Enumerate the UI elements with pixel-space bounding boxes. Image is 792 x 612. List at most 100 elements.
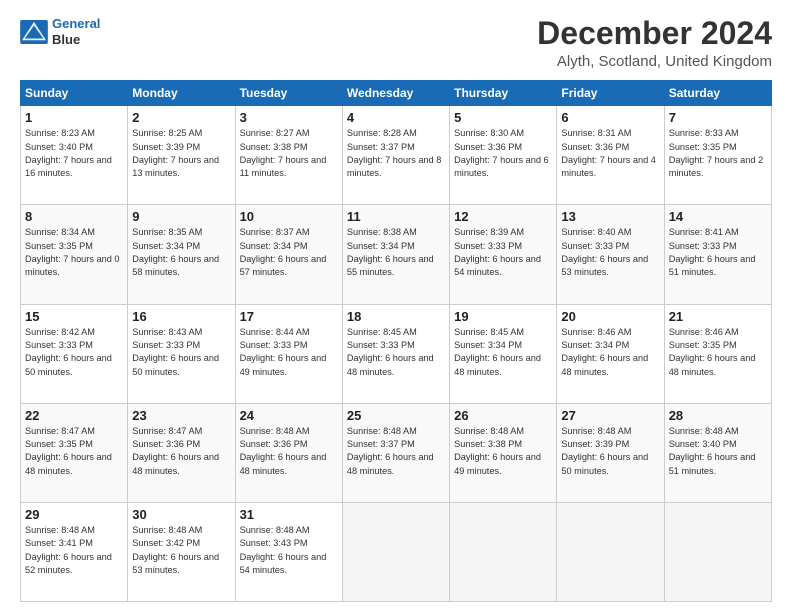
- day-info: Sunrise: 8:48 AMSunset: 3:43 PMDaylight:…: [240, 524, 338, 577]
- day-number: 22: [25, 408, 123, 423]
- calendar-cell: 5 Sunrise: 8:30 AMSunset: 3:36 PMDayligh…: [450, 106, 557, 205]
- calendar-cell: 24 Sunrise: 8:48 AMSunset: 3:36 PMDaylig…: [235, 403, 342, 502]
- day-number: 31: [240, 507, 338, 522]
- day-number: 19: [454, 309, 552, 324]
- day-info: Sunrise: 8:41 AMSunset: 3:33 PMDaylight:…: [669, 226, 767, 279]
- calendar-cell: 16 Sunrise: 8:43 AMSunset: 3:33 PMDaylig…: [128, 304, 235, 403]
- calendar-cell: [557, 502, 664, 601]
- day-number: 28: [669, 408, 767, 423]
- weekday-header-row: SundayMondayTuesdayWednesdayThursdayFrid…: [21, 81, 772, 106]
- day-info: Sunrise: 8:48 AMSunset: 3:39 PMDaylight:…: [561, 425, 659, 478]
- day-info: Sunrise: 8:33 AMSunset: 3:35 PMDaylight:…: [669, 127, 767, 180]
- day-number: 29: [25, 507, 123, 522]
- weekday-header-saturday: Saturday: [664, 81, 771, 106]
- calendar-cell: 22 Sunrise: 8:47 AMSunset: 3:35 PMDaylig…: [21, 403, 128, 502]
- weekday-header-monday: Monday: [128, 81, 235, 106]
- calendar-cell: 30 Sunrise: 8:48 AMSunset: 3:42 PMDaylig…: [128, 502, 235, 601]
- calendar-week-2: 8 Sunrise: 8:34 AMSunset: 3:35 PMDayligh…: [21, 205, 772, 304]
- day-info: Sunrise: 8:46 AMSunset: 3:35 PMDaylight:…: [669, 326, 767, 379]
- calendar-cell: 19 Sunrise: 8:45 AMSunset: 3:34 PMDaylig…: [450, 304, 557, 403]
- calendar-body: 1 Sunrise: 8:23 AMSunset: 3:40 PMDayligh…: [21, 106, 772, 602]
- day-number: 1: [25, 110, 123, 125]
- calendar-cell: 28 Sunrise: 8:48 AMSunset: 3:40 PMDaylig…: [664, 403, 771, 502]
- weekday-header-sunday: Sunday: [21, 81, 128, 106]
- day-number: 12: [454, 209, 552, 224]
- calendar-header: SundayMondayTuesdayWednesdayThursdayFrid…: [21, 81, 772, 106]
- day-number: 24: [240, 408, 338, 423]
- day-info: Sunrise: 8:43 AMSunset: 3:33 PMDaylight:…: [132, 326, 230, 379]
- title-block: December 2024 Alyth, Scotland, United Ki…: [537, 16, 772, 70]
- logo-line1: General: [52, 16, 100, 31]
- calendar-cell: [342, 502, 449, 601]
- day-number: 2: [132, 110, 230, 125]
- day-info: Sunrise: 8:42 AMSunset: 3:33 PMDaylight:…: [25, 326, 123, 379]
- calendar-cell: 10 Sunrise: 8:37 AMSunset: 3:34 PMDaylig…: [235, 205, 342, 304]
- day-number: 9: [132, 209, 230, 224]
- weekday-header-thursday: Thursday: [450, 81, 557, 106]
- day-number: 5: [454, 110, 552, 125]
- day-info: Sunrise: 8:47 AMSunset: 3:36 PMDaylight:…: [132, 425, 230, 478]
- calendar-cell: 9 Sunrise: 8:35 AMSunset: 3:34 PMDayligh…: [128, 205, 235, 304]
- day-info: Sunrise: 8:46 AMSunset: 3:34 PMDaylight:…: [561, 326, 659, 379]
- day-number: 18: [347, 309, 445, 324]
- calendar-cell: 11 Sunrise: 8:38 AMSunset: 3:34 PMDaylig…: [342, 205, 449, 304]
- calendar-cell: 27 Sunrise: 8:48 AMSunset: 3:39 PMDaylig…: [557, 403, 664, 502]
- day-number: 3: [240, 110, 338, 125]
- calendar-cell: [450, 502, 557, 601]
- day-info: Sunrise: 8:47 AMSunset: 3:35 PMDaylight:…: [25, 425, 123, 478]
- subtitle: Alyth, Scotland, United Kingdom: [537, 53, 772, 70]
- day-info: Sunrise: 8:23 AMSunset: 3:40 PMDaylight:…: [25, 127, 123, 180]
- day-number: 7: [669, 110, 767, 125]
- calendar-cell: 3 Sunrise: 8:27 AMSunset: 3:38 PMDayligh…: [235, 106, 342, 205]
- header: General Blue December 2024 Alyth, Scotla…: [20, 16, 772, 70]
- day-info: Sunrise: 8:39 AMSunset: 3:33 PMDaylight:…: [454, 226, 552, 279]
- logo-line2: Blue: [52, 32, 100, 48]
- day-info: Sunrise: 8:28 AMSunset: 3:37 PMDaylight:…: [347, 127, 445, 180]
- logo-icon: [20, 20, 48, 44]
- day-number: 17: [240, 309, 338, 324]
- day-info: Sunrise: 8:48 AMSunset: 3:40 PMDaylight:…: [669, 425, 767, 478]
- day-number: 14: [669, 209, 767, 224]
- day-number: 15: [25, 309, 123, 324]
- calendar-cell: 15 Sunrise: 8:42 AMSunset: 3:33 PMDaylig…: [21, 304, 128, 403]
- calendar-cell: 2 Sunrise: 8:25 AMSunset: 3:39 PMDayligh…: [128, 106, 235, 205]
- day-number: 16: [132, 309, 230, 324]
- day-number: 23: [132, 408, 230, 423]
- page: General Blue December 2024 Alyth, Scotla…: [0, 0, 792, 612]
- day-number: 30: [132, 507, 230, 522]
- calendar-cell: 12 Sunrise: 8:39 AMSunset: 3:33 PMDaylig…: [450, 205, 557, 304]
- day-info: Sunrise: 8:38 AMSunset: 3:34 PMDaylight:…: [347, 226, 445, 279]
- day-info: Sunrise: 8:45 AMSunset: 3:33 PMDaylight:…: [347, 326, 445, 379]
- weekday-header-tuesday: Tuesday: [235, 81, 342, 106]
- day-number: 20: [561, 309, 659, 324]
- calendar-cell: 17 Sunrise: 8:44 AMSunset: 3:33 PMDaylig…: [235, 304, 342, 403]
- day-info: Sunrise: 8:44 AMSunset: 3:33 PMDaylight:…: [240, 326, 338, 379]
- day-number: 6: [561, 110, 659, 125]
- calendar-cell: 1 Sunrise: 8:23 AMSunset: 3:40 PMDayligh…: [21, 106, 128, 205]
- day-info: Sunrise: 8:48 AMSunset: 3:36 PMDaylight:…: [240, 425, 338, 478]
- logo: General Blue: [20, 16, 100, 47]
- day-info: Sunrise: 8:40 AMSunset: 3:33 PMDaylight:…: [561, 226, 659, 279]
- logo-text: General Blue: [52, 16, 100, 47]
- calendar-cell: 6 Sunrise: 8:31 AMSunset: 3:36 PMDayligh…: [557, 106, 664, 205]
- day-number: 21: [669, 309, 767, 324]
- calendar-cell: 18 Sunrise: 8:45 AMSunset: 3:33 PMDaylig…: [342, 304, 449, 403]
- day-number: 25: [347, 408, 445, 423]
- day-info: Sunrise: 8:37 AMSunset: 3:34 PMDaylight:…: [240, 226, 338, 279]
- day-info: Sunrise: 8:48 AMSunset: 3:41 PMDaylight:…: [25, 524, 123, 577]
- calendar-cell: 8 Sunrise: 8:34 AMSunset: 3:35 PMDayligh…: [21, 205, 128, 304]
- calendar-cell: 4 Sunrise: 8:28 AMSunset: 3:37 PMDayligh…: [342, 106, 449, 205]
- calendar-week-3: 15 Sunrise: 8:42 AMSunset: 3:33 PMDaylig…: [21, 304, 772, 403]
- day-number: 27: [561, 408, 659, 423]
- calendar-cell: [664, 502, 771, 601]
- day-number: 13: [561, 209, 659, 224]
- calendar-cell: 14 Sunrise: 8:41 AMSunset: 3:33 PMDaylig…: [664, 205, 771, 304]
- day-number: 10: [240, 209, 338, 224]
- calendar-cell: 7 Sunrise: 8:33 AMSunset: 3:35 PMDayligh…: [664, 106, 771, 205]
- calendar-cell: 31 Sunrise: 8:48 AMSunset: 3:43 PMDaylig…: [235, 502, 342, 601]
- day-number: 11: [347, 209, 445, 224]
- calendar-cell: 21 Sunrise: 8:46 AMSunset: 3:35 PMDaylig…: [664, 304, 771, 403]
- calendar-cell: 29 Sunrise: 8:48 AMSunset: 3:41 PMDaylig…: [21, 502, 128, 601]
- calendar-week-4: 22 Sunrise: 8:47 AMSunset: 3:35 PMDaylig…: [21, 403, 772, 502]
- calendar-cell: 25 Sunrise: 8:48 AMSunset: 3:37 PMDaylig…: [342, 403, 449, 502]
